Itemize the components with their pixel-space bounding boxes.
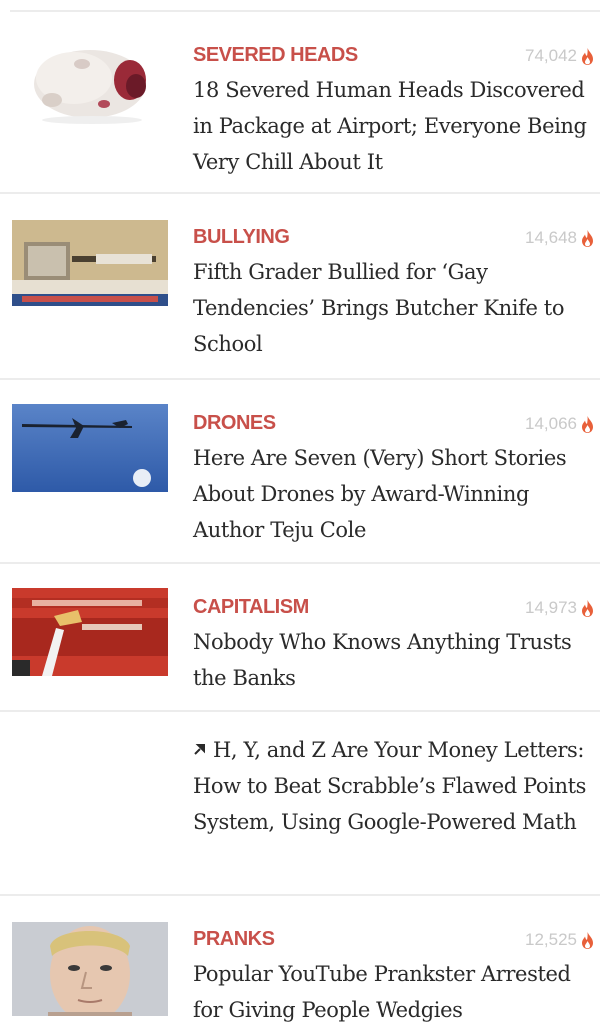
story-thumbnail[interactable] [12,922,168,1016]
story-thumbnail[interactable] [12,588,168,676]
story-item[interactable]: DRONES 14,066 Here Are Seven (Very) Shor… [0,380,600,564]
story-item[interactable]: BULLYING 14,648 Fifth Grader Bullied for… [0,194,600,380]
story-headline-text: H, Y, and Z Are Your Money Letters: How … [193,738,587,834]
story-headline[interactable]: Popular YouTube Prankster Arrested for G… [193,956,594,1028]
flame-icon [582,599,593,617]
story-feed: SEVERED HEADS 74,042 18 Severed Human He… [0,0,600,1022]
story-thumbnail[interactable] [12,34,168,126]
share-count-value: 14,973 [525,598,577,617]
share-count-value: 14,648 [525,228,577,247]
flame-icon [582,415,593,433]
flame-icon [582,47,593,65]
story-category[interactable]: CAPITALISM [193,596,309,619]
story-item[interactable]: H, Y, and Z Are Your Money Letters: How … [0,712,600,896]
story-category[interactable]: BULLYING [193,226,290,249]
share-count-value: 12,525 [525,930,577,949]
story-category[interactable]: DRONES [193,412,276,435]
story-headline[interactable]: Here Are Seven (Very) Short Stories Abou… [193,440,594,548]
share-count: 74,042 [525,46,594,66]
pin-icon [194,744,205,755]
flame-icon [582,931,593,949]
share-count: 14,648 [525,228,594,248]
story-thumbnail[interactable] [12,220,168,306]
flame-icon [582,229,593,247]
share-count: 14,066 [525,414,594,434]
story-item[interactable]: CAPITALISM 14,973 Nobody Who Knows Anyth… [0,564,600,712]
story-headline[interactable]: H, Y, and Z Are Your Money Letters: How … [193,732,594,840]
share-count-value: 74,042 [525,46,577,65]
story-category[interactable]: SEVERED HEADS [193,44,358,67]
story-headline[interactable]: Nobody Who Knows Anything Trusts the Ban… [193,624,594,696]
story-item[interactable]: PRANKS 12,525 Popular YouTube Prankster … [0,896,600,1036]
share-count: 12,525 [525,930,594,950]
story-thumbnail[interactable] [12,404,168,492]
share-count: 14,973 [525,598,594,618]
story-category[interactable]: PRANKS [193,928,275,951]
share-count-value: 14,066 [525,414,577,433]
story-item[interactable]: SEVERED HEADS 74,042 18 Severed Human He… [0,12,600,194]
story-headline[interactable]: Fifth Grader Bullied for ‘Gay Tendencies… [193,254,594,362]
story-headline[interactable]: 18 Severed Human Heads Discovered in Pac… [193,72,594,180]
